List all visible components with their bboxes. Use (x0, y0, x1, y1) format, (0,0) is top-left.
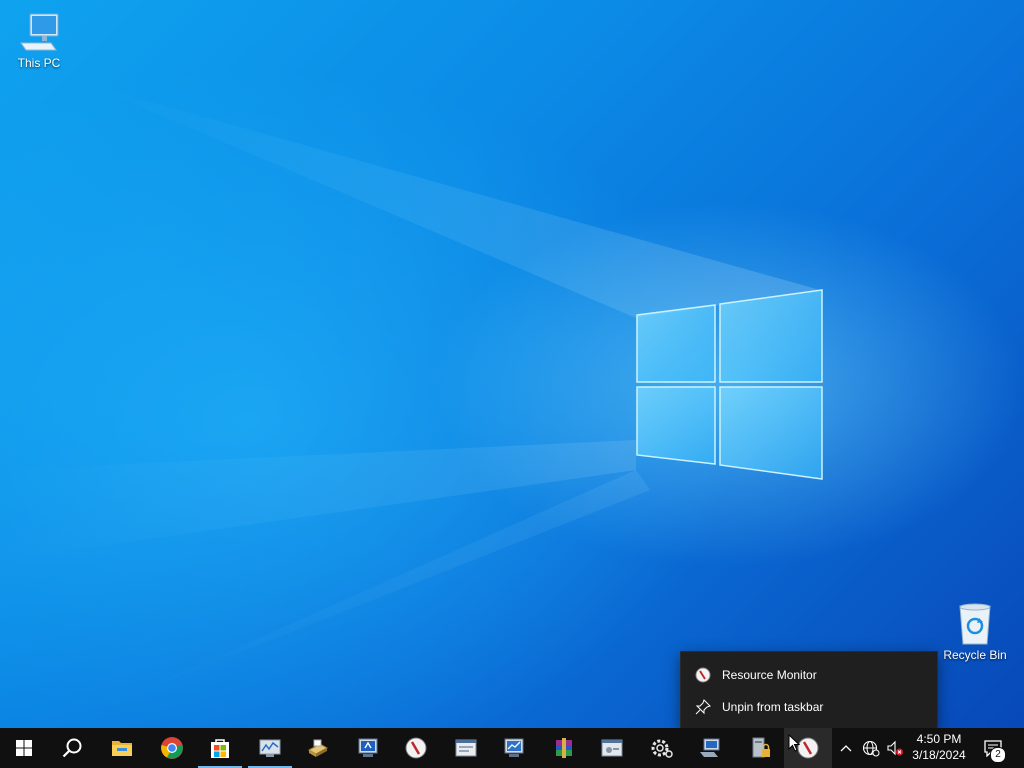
action-center-button[interactable]: 2 (976, 728, 1016, 768)
speaker-muted-icon[interactable] (886, 739, 904, 757)
taskbar-winrar[interactable] (540, 728, 588, 768)
taskbar-performance-monitor[interactable] (246, 728, 294, 768)
taskbar-services[interactable] (588, 728, 636, 768)
folder-icon (112, 741, 132, 756)
start-button[interactable] (0, 728, 48, 768)
winrar-icon (556, 738, 572, 758)
unpin-icon (695, 699, 711, 715)
remote-desktop-icon (358, 738, 378, 757)
chrome-icon (161, 737, 183, 759)
windows-logo-icon (16, 740, 32, 756)
taskbar-chrome[interactable] (148, 728, 196, 768)
taskbar-task-scheduler[interactable] (442, 728, 490, 768)
clock-time: 4:50 PM (916, 732, 962, 746)
taskbar-settings[interactable] (638, 728, 686, 768)
desktop-icon-recycle-bin[interactable]: Recycle Bin (937, 602, 1013, 662)
resource-monitor-icon (695, 667, 711, 683)
chevron-up-icon[interactable] (838, 740, 854, 756)
notification-count-badge: 2 (990, 747, 1006, 763)
network-globe-icon[interactable] (862, 739, 880, 757)
performance-monitor-icon (259, 739, 281, 757)
taskbar-network[interactable] (686, 728, 734, 768)
mouse-cursor-icon (788, 734, 800, 752)
taskbar-scanner[interactable] (294, 728, 342, 768)
wallpaper-light-beams (0, 85, 820, 700)
taskbar-system-monitor[interactable] (490, 728, 538, 768)
desktop-icon-label: This PC (17, 56, 61, 70)
clock-date: 3/18/2024 (912, 748, 966, 762)
taskbar: 2 (0, 728, 1024, 768)
desktop-icon-this-pc[interactable]: This PC (1, 10, 77, 70)
taskbar-resource-monitor[interactable] (392, 728, 440, 768)
menu-item-unpin[interactable]: Unpin from taskbar (681, 691, 937, 723)
taskbar-security[interactable] (736, 728, 784, 768)
taskbar-clock[interactable]: 4:50 PM 3/18/2024 (906, 731, 972, 763)
gear-icon (651, 739, 673, 758)
store-icon (211, 739, 229, 758)
notification-count: 2 (995, 749, 1001, 760)
network-computer-icon (700, 738, 720, 757)
taskbar-jump-list: Resource Monitor Unpin from taskbar (680, 651, 938, 730)
taskbar-remote-desktop[interactable] (344, 728, 392, 768)
menu-item-label: Unpin from taskbar (722, 700, 824, 714)
desktop-background[interactable]: This PC Recycle Bin (0, 0, 1024, 728)
services-window-icon (601, 739, 623, 757)
resource-monitor-icon (405, 737, 427, 759)
search-button[interactable] (48, 728, 96, 768)
windows-logo-wallpaper (636, 289, 823, 480)
taskbar-file-explorer[interactable] (98, 728, 146, 768)
task-window-icon (455, 739, 477, 757)
desktop-icon-label: Recycle Bin (943, 648, 1007, 662)
system-monitor-icon (504, 738, 524, 757)
menu-item-label: Resource Monitor (722, 668, 817, 682)
menu-item-resource-monitor[interactable]: Resource Monitor (681, 659, 937, 691)
taskbar-microsoft-store[interactable] (196, 728, 244, 768)
recycle-bin-icon (959, 603, 991, 645)
monitor-icon (20, 13, 59, 51)
server-lock-icon (752, 737, 770, 758)
search-icon (62, 738, 82, 758)
scanner-icon (307, 739, 329, 757)
